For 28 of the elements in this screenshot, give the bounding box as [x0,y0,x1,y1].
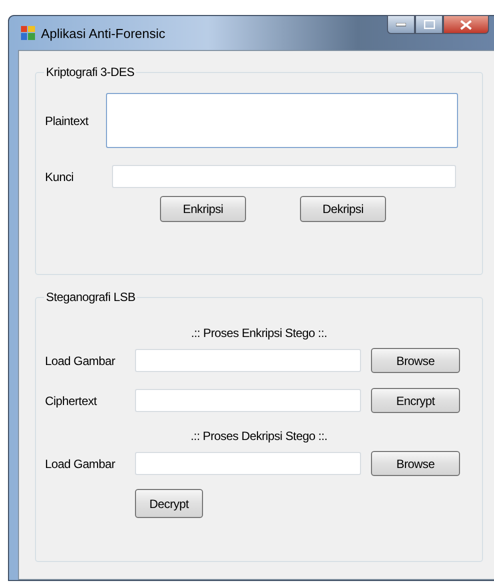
maximize-button[interactable] [415,15,443,34]
text-field[interactable] [135,349,361,372]
action-button[interactable]: Dekripsi [300,196,386,222]
close-button[interactable] [443,15,489,34]
minimize-icon [396,22,406,26]
group-title: Kriptografi 3-DES [45,65,136,79]
key-field[interactable] [112,165,456,188]
minimize-button[interactable] [387,15,415,34]
maximize-icon [424,20,434,29]
section-heading: .:: Proses Dekripsi Stego ::. [190,429,328,443]
group-title: Steganografi LSB [45,290,136,304]
field-label: Ciphertext [45,394,98,408]
action-button[interactable]: Browse [371,451,460,476]
text-field[interactable] [135,452,361,475]
text-field[interactable] [135,389,361,412]
field-label: Load Gambar [45,354,116,368]
plaintext-field[interactable] [106,93,458,148]
action-button[interactable]: Enkripsi [160,196,246,222]
close-icon [460,20,472,30]
action-button[interactable]: Browse [371,348,460,373]
field-label: Load Gambar [45,456,116,470]
action-button[interactable]: Encrypt [371,388,460,413]
action-button[interactable]: Decrypt [135,489,203,518]
section-heading: .:: Proses Enkripsi Stego ::. [190,326,328,340]
app-icon [21,26,35,40]
field-label: Kunci [45,170,75,184]
window-title: Aplikasi Anti-Forensic [41,26,166,40]
field-label: Plaintext [45,114,90,128]
